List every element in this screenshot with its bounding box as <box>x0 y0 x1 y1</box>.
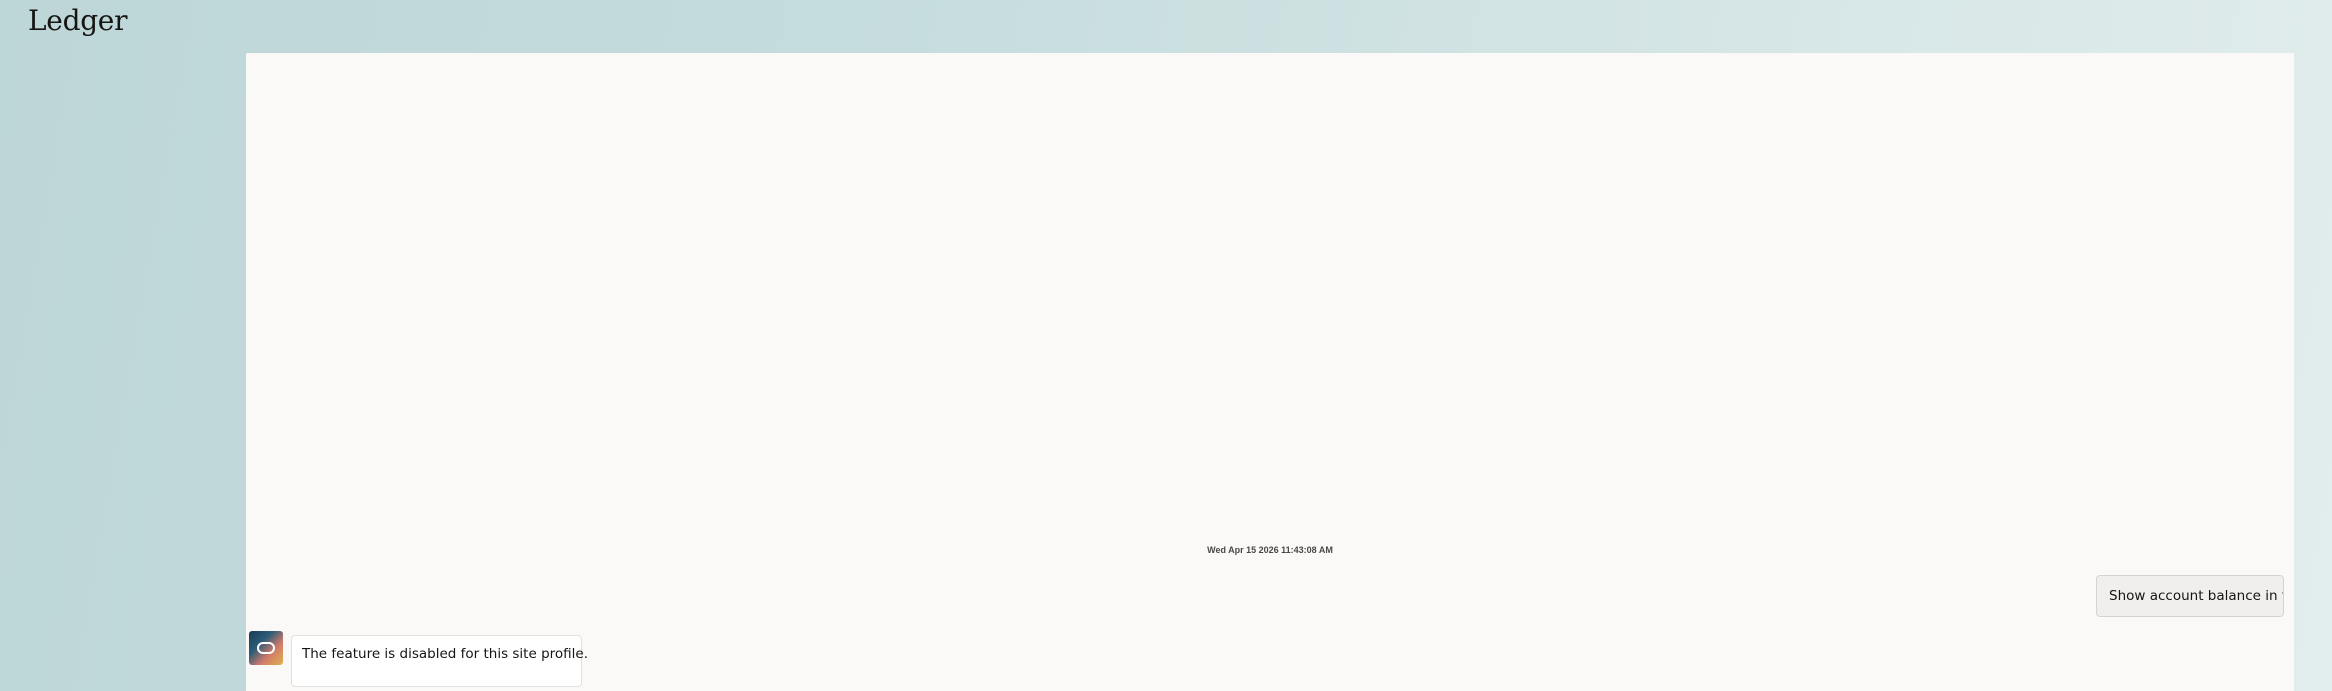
app-title: Ledger <box>28 4 128 37</box>
bot-message-bubble: The feature is disabled for this site pr… <box>291 635 588 687</box>
user-message-bubble: Show account balance in for <box>2096 575 2284 617</box>
chat-conversation-panel: Wed Apr 15 2026 11:43:08 AM Show account… <box>246 53 2294 691</box>
message-timestamp: Wed Apr 15 2026 11:43:08 AM <box>1207 545 1333 555</box>
bot-avatar-icon <box>249 631 283 665</box>
oracle-logo-icon <box>257 642 275 654</box>
